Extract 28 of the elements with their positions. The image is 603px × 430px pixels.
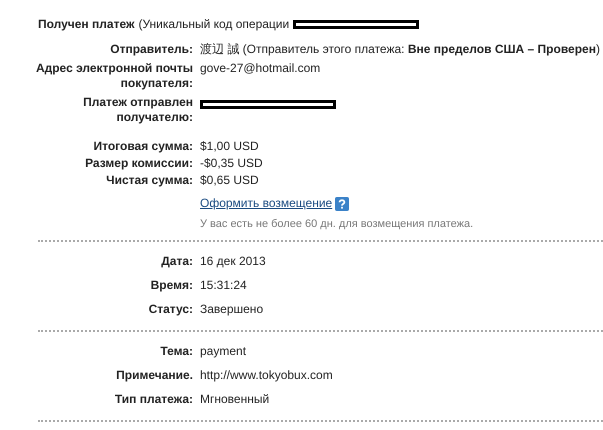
payment-title: Получен платеж [38, 17, 134, 32]
field-value: $0,65 USD [200, 173, 259, 188]
field-label: Статус: [148, 302, 193, 317]
field-label: Платеж отправлен получателю: [82, 95, 193, 125]
refund-link[interactable]: Оформить возмещение [200, 196, 332, 211]
field-label: Размер комиссии: [85, 156, 193, 171]
field-label: Адрес электронной почты покупателя: [34, 61, 193, 91]
help-icon[interactable] [335, 196, 350, 210]
transaction-id-label: (Уникальный код операции [138, 17, 290, 32]
field-value: 16 дек 2013 [200, 254, 266, 269]
field-value: -$0,35 USD [200, 156, 263, 171]
field-label: Итоговая сумма: [93, 139, 193, 154]
field-label: Дата: [161, 254, 193, 269]
field-label: Примечание. [116, 368, 193, 383]
field-value: $1,00 USD [200, 139, 259, 154]
field-label: Время: [150, 278, 193, 293]
field-value: Завершено [200, 302, 264, 317]
field-label: Тип платежа: [114, 392, 193, 407]
field-label: Тема: [160, 344, 193, 359]
field-value: http://www.tokyobux.com [200, 368, 333, 383]
field-value: Мгновенный [200, 392, 270, 407]
field-value: 15:31:24 [200, 278, 247, 293]
refund-note: У вас есть не более 60 дн. для возмещения платежа. [200, 217, 474, 232]
field-value: payment [200, 344, 246, 359]
field-value: 渡辺 誠 (Отправитель этого платежа: Вне пределов США – Проверен) [200, 42, 600, 57]
field-value: gove-27@hotmail.com [200, 61, 320, 77]
field-label: Чистая сумма: [106, 173, 193, 188]
field-label: Отправитель: [110, 42, 193, 57]
